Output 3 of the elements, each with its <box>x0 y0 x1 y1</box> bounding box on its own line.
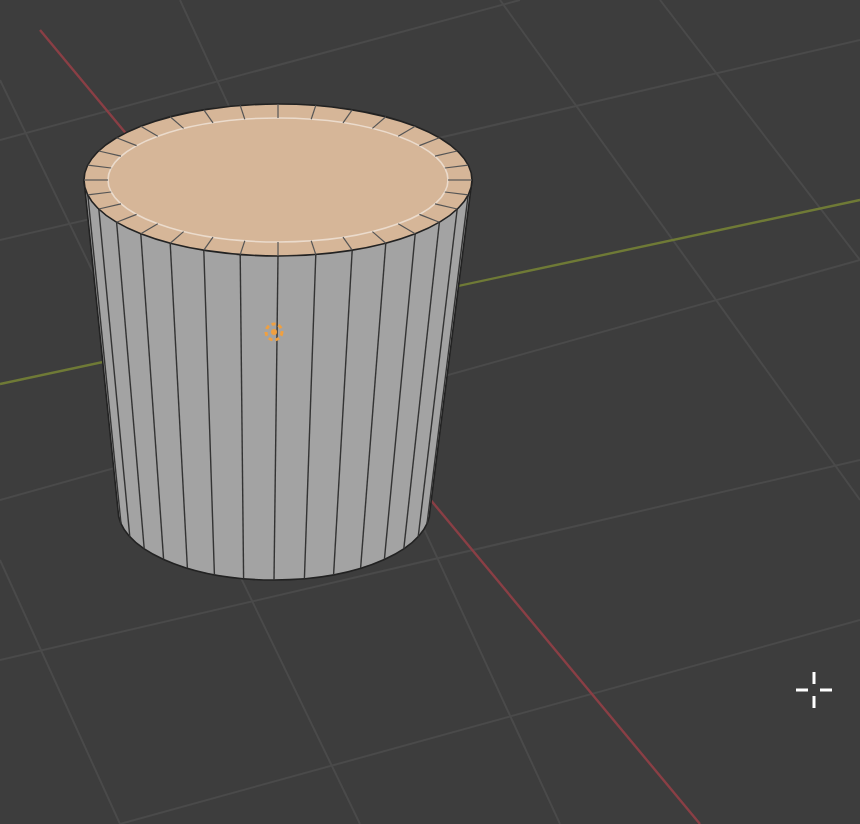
cylinder-top-face[interactable] <box>83 103 473 257</box>
origin-icon <box>264 322 284 342</box>
3d-cursor-icon[interactable] <box>794 670 834 710</box>
